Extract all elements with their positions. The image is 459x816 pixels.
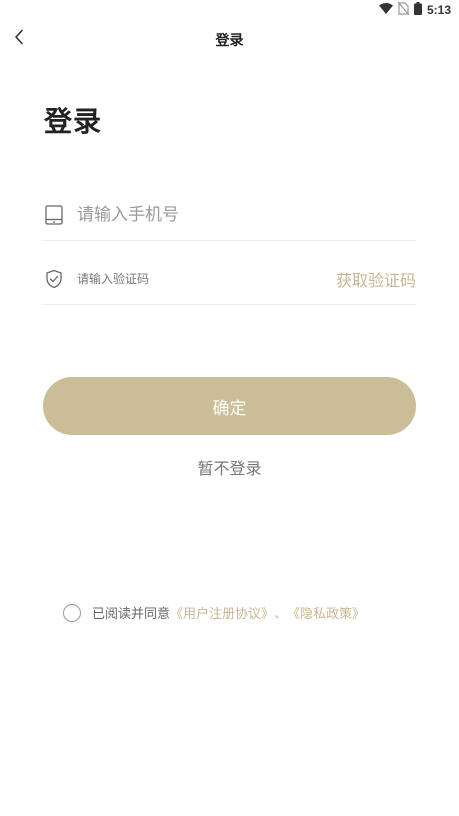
phone-icon (43, 204, 65, 226)
phone-input[interactable] (77, 205, 416, 225)
nav-bar: 登录 (0, 24, 459, 56)
shield-check-icon (43, 268, 65, 290)
skip-login-link[interactable]: 暂不登录 (0, 455, 459, 479)
agree-checkbox[interactable] (63, 603, 81, 622)
status-icons: 5:13 (378, 1, 451, 18)
status-bar: 5:13 (0, 0, 459, 22)
privacy-link[interactable]: 《隐私政策》 (287, 603, 365, 622)
phone-field (43, 190, 416, 241)
terms-link[interactable]: 《用户注册协议》 (170, 603, 274, 622)
wifi-icon (378, 3, 393, 17)
confirm-button[interactable]: 确定 (43, 377, 416, 435)
get-code-button[interactable]: 获取验证码 (336, 267, 416, 291)
nav-title: 登录 (215, 33, 244, 49)
page-heading: 登录 (44, 105, 103, 138)
battery-icon (413, 2, 422, 18)
code-field: 获取验证码 (43, 254, 416, 305)
status-time: 5:13 (426, 3, 451, 17)
agreement-row: 已阅读并同意 《用户注册协议》 、 《隐私政策》 (63, 603, 365, 622)
no-sim-icon (397, 1, 410, 18)
agreement-separator: 、 (274, 607, 288, 622)
code-input[interactable] (77, 272, 336, 286)
agreement-prefix: 已阅读并同意 (92, 607, 171, 622)
